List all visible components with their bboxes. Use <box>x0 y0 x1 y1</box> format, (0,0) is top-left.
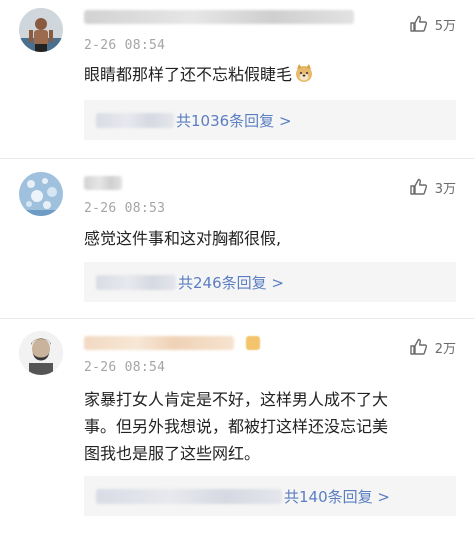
reply-count: 共246条回复 > <box>178 273 284 292</box>
doge-icon <box>294 63 314 91</box>
reply-link[interactable]: 共140条回复 > <box>84 476 456 516</box>
like-button[interactable]: 3万 <box>409 177 456 197</box>
avatar[interactable] <box>19 331 63 375</box>
comment-text: 眼睛都那样了还不忘粘假睫毛 <box>84 62 454 91</box>
like-button[interactable]: 5万 <box>409 14 456 34</box>
comment-time: 2-26 08:54 <box>84 360 166 375</box>
reply-count: 共140条回复 > <box>284 487 390 506</box>
reply-author-blurred <box>96 274 176 290</box>
comment-text: 家暴打女人肯定是不好，这样男人成不了大 事。但另外我想说，都被打这样还没忘记美 … <box>84 390 389 463</box>
like-count: 2万 <box>434 341 456 357</box>
like-button[interactable]: 2万 <box>409 337 456 357</box>
divider <box>0 318 474 319</box>
verified-badge-icon <box>246 336 260 350</box>
comment-time: 2-26 08:54 <box>84 38 166 53</box>
comment-time: 2-26 08:53 <box>84 201 166 216</box>
thumbs-up-icon <box>410 338 427 355</box>
reply-count: 共1036条回复 > <box>176 111 292 130</box>
thumbs-up-icon <box>410 178 427 195</box>
username-blurred[interactable] <box>84 176 122 190</box>
like-count: 5万 <box>434 18 456 34</box>
thumbs-up-icon <box>410 15 427 32</box>
username-blurred[interactable] <box>84 336 234 350</box>
comment-text: 感觉这件事和这对胸都很假, <box>84 229 282 248</box>
username-blurred[interactable] <box>84 10 354 24</box>
reply-author-blurred <box>96 488 282 504</box>
reply-link[interactable]: 共1036条回复 > <box>84 100 456 140</box>
avatar[interactable] <box>19 8 63 52</box>
avatar[interactable] <box>19 172 63 216</box>
reply-author-blurred <box>96 112 174 128</box>
divider <box>0 158 474 159</box>
like-count: 3万 <box>434 181 456 197</box>
reply-link[interactable]: 共246条回复 > <box>84 262 456 302</box>
